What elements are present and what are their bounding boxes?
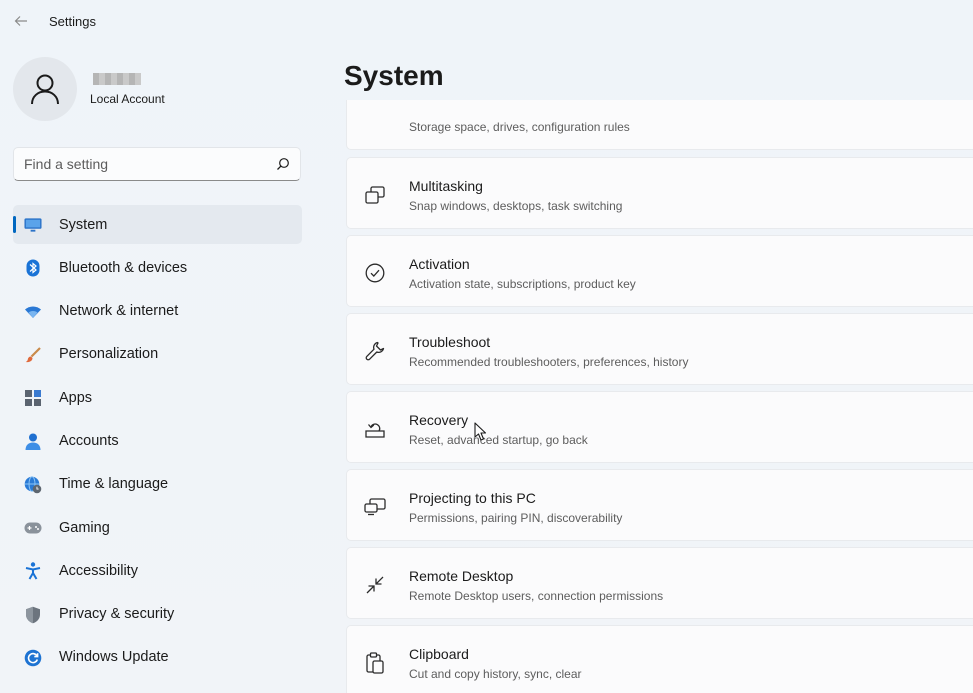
card-subtitle: Reset, advanced startup, go back	[409, 433, 588, 447]
card-subtitle: Storage space, drives, configuration rul…	[409, 120, 630, 134]
sidebar-item-label: Time & language	[59, 476, 169, 493]
settings-card-troubleshoot[interactable]: Troubleshoot Recommended troubleshooters…	[346, 313, 973, 385]
sidebar-item-network[interactable]: Network & internet	[13, 292, 302, 331]
avatar	[13, 57, 77, 121]
card-title: Activation	[409, 256, 470, 272]
card-subtitle: Snap windows, desktops, task switching	[409, 199, 623, 213]
update-icon	[24, 649, 42, 667]
sidebar-item-label: Accessibility	[59, 562, 138, 579]
search-input[interactable]	[24, 148, 264, 180]
settings-card-remote-desktop[interactable]: Remote Desktop Remote Desktop users, con…	[346, 547, 973, 619]
sidebar-item-apps[interactable]: Apps	[13, 378, 302, 417]
settings-card-recovery[interactable]: Recovery Reset, advanced startup, go bac…	[346, 391, 973, 463]
monitor-icon	[24, 216, 42, 234]
recovery-icon	[364, 418, 386, 440]
shield-icon	[24, 606, 42, 624]
card-title: Projecting to this PC	[409, 490, 536, 506]
settings-card-multitasking[interactable]: Multitasking Snap windows, desktops, tas…	[346, 157, 973, 229]
brush-icon	[24, 346, 42, 364]
back-button[interactable]	[10, 10, 32, 32]
wifi-icon	[24, 303, 42, 321]
sidebar-item-system[interactable]: System	[13, 205, 302, 244]
app-title: Settings	[49, 14, 96, 29]
card-title: Remote Desktop	[409, 568, 514, 584]
sidebar-item-label: Network & internet	[59, 303, 179, 320]
accessibility-icon	[24, 562, 42, 580]
sidebar-item-label: Gaming	[59, 519, 110, 536]
search-box	[13, 147, 301, 181]
card-subtitle: Remote Desktop users, connection permiss…	[409, 589, 664, 603]
settings-card-activation[interactable]: Activation Activation state, subscriptio…	[346, 235, 973, 307]
check-circle-icon	[364, 262, 386, 284]
sidebar: Local Account System Bluetooth & devices	[0, 42, 320, 693]
remote-desktop-icon	[364, 574, 386, 596]
sidebar-item-label: Personalization	[59, 346, 159, 363]
card-title: Troubleshoot	[409, 334, 491, 350]
person-icon	[31, 74, 59, 105]
card-title: Recovery	[409, 412, 469, 428]
sidebar-item-label: Privacy & security	[59, 606, 175, 623]
card-subtitle: Cut and copy history, sync, clear	[409, 667, 582, 681]
settings-card-clipboard[interactable]: Clipboard Cut and copy history, sync, cl…	[346, 625, 973, 693]
storage-icon	[364, 100, 386, 103]
title-bar: Settings	[0, 0, 973, 42]
sidebar-item-bluetooth[interactable]: Bluetooth & devices	[13, 248, 302, 287]
user-profile[interactable]: Local Account	[13, 57, 313, 123]
clipboard-icon	[364, 652, 386, 674]
wrench-icon	[364, 340, 386, 362]
sidebar-item-windows-update[interactable]: Windows Update	[13, 638, 302, 677]
sidebar-item-accessibility[interactable]: Accessibility	[13, 551, 302, 590]
card-subtitle: Activation state, subscriptions, product…	[409, 277, 636, 291]
apps-icon	[24, 389, 42, 407]
sidebar-item-time-language[interactable]: Time & language	[13, 465, 302, 504]
card-subtitle: Permissions, pairing PIN, discoverabilit…	[409, 511, 623, 525]
sidebar-item-accounts[interactable]: Accounts	[13, 421, 302, 460]
sidebar-item-label: System	[59, 216, 108, 233]
page-title: System	[344, 60, 444, 91]
sidebar-item-personalization[interactable]: Personalization	[13, 335, 302, 374]
sidebar-item-label: Bluetooth & devices	[59, 259, 188, 276]
settings-list: Storage space, drives, configuration rul…	[346, 100, 973, 693]
sidebar-item-privacy-security[interactable]: Privacy & security	[13, 595, 302, 634]
card-subtitle: Recommended troubleshooters, preferences…	[409, 355, 689, 369]
projecting-icon	[364, 496, 386, 518]
settings-window: Settings Local Account Find a setting Sy…	[0, 0, 973, 693]
gamepad-icon	[24, 519, 42, 537]
person-icon	[24, 432, 42, 450]
nav-list: System Bluetooth & devices Network & int…	[13, 205, 302, 681]
card-title: Clipboard	[409, 646, 469, 662]
sidebar-item-gaming[interactable]: Gaming	[13, 508, 302, 547]
multitasking-icon	[364, 184, 386, 206]
settings-card-projecting[interactable]: Projecting to this PC Permissions, pairi…	[346, 469, 973, 541]
sidebar-item-label: Apps	[59, 389, 93, 406]
search-icon[interactable]	[276, 157, 290, 171]
back-arrow-icon	[14, 16, 27, 26]
profile-account-type: Local Account	[90, 92, 165, 106]
profile-name-redacted	[93, 73, 141, 85]
sidebar-item-label: Accounts	[59, 432, 119, 449]
sidebar-item-label: Windows Update	[59, 649, 169, 666]
bluetooth-icon	[24, 259, 42, 277]
card-title: Multitasking	[409, 178, 483, 194]
settings-card-storage[interactable]: Storage space, drives, configuration rul…	[346, 100, 973, 150]
globe-clock-icon	[24, 475, 42, 494]
main-content: System Storage space, drives, configurat…	[320, 42, 973, 693]
